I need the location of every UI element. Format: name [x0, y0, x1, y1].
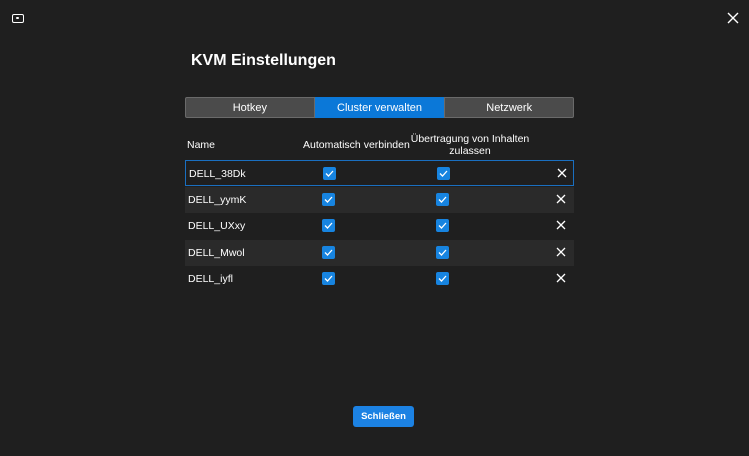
- checkmark-icon: [438, 222, 447, 229]
- checkmark-icon: [439, 170, 448, 177]
- auto-connect-checkbox[interactable]: [323, 167, 336, 180]
- close-icon: [556, 273, 566, 283]
- auto-connect-checkbox[interactable]: [322, 245, 335, 259]
- device-name: DELL_iyfl: [188, 273, 233, 285]
- content-transfer-checkbox[interactable]: [436, 245, 449, 259]
- checkmark-icon: [324, 222, 333, 229]
- table-row[interactable]: DELL_38Dk: [185, 160, 574, 186]
- remove-row-button[interactable]: [554, 245, 568, 259]
- column-header-auto-connect: Automatisch verbinden: [303, 139, 410, 151]
- auto-connect-checkbox[interactable]: [322, 219, 335, 232]
- page-title: KVM Einstellungen: [191, 52, 336, 69]
- settings-tabs: Hotkey Cluster verwalten Netzwerk: [185, 97, 575, 118]
- close-icon: [556, 194, 566, 203]
- auto-connect-checkbox[interactable]: [322, 192, 335, 206]
- close-icon: [556, 247, 566, 256]
- close-button[interactable]: Schließen: [353, 406, 414, 427]
- auto-connect-checkbox[interactable]: [322, 272, 335, 285]
- tab-cluster-verwalten[interactable]: Cluster verwalten: [314, 97, 445, 118]
- checkmark-icon: [438, 249, 447, 256]
- table-row[interactable]: DELL_iyfl: [185, 266, 574, 292]
- table-row[interactable]: DELL_Mwol: [185, 239, 574, 266]
- content-transfer-checkbox[interactable]: [436, 219, 449, 232]
- remove-row-button[interactable]: [554, 192, 568, 206]
- content-transfer-checkbox[interactable]: [436, 272, 449, 285]
- close-icon: [557, 168, 567, 178]
- column-header-content-transfer: Übertragung von Inhalten zulassen: [410, 133, 530, 157]
- close-icon: [556, 220, 566, 230]
- checkmark-icon: [325, 170, 334, 177]
- checkmark-icon: [438, 275, 447, 282]
- checkmark-icon: [324, 196, 333, 203]
- window-close-button[interactable]: [725, 10, 741, 26]
- device-name: DELL_Mwol: [188, 246, 245, 259]
- device-name: DELL_UXxy: [188, 220, 246, 232]
- content-transfer-checkbox[interactable]: [436, 192, 449, 206]
- checkmark-icon: [324, 275, 333, 282]
- device-name: DELL_yymK: [188, 193, 247, 206]
- tab-netzwerk[interactable]: Netzwerk: [444, 97, 575, 118]
- monitor-icon: [12, 14, 24, 23]
- close-icon: [727, 12, 739, 24]
- remove-row-button[interactable]: [555, 166, 569, 180]
- cluster-table: DELL_38Dk DELL_yymK DELL_UXxy DELL_Mwol …: [185, 160, 574, 293]
- column-header-name: Name: [187, 139, 216, 151]
- remove-row-button[interactable]: [554, 218, 568, 232]
- checkmark-icon: [324, 249, 333, 256]
- checkmark-icon: [438, 196, 447, 203]
- device-name: DELL_38Dk: [189, 168, 246, 180]
- tab-hotkey[interactable]: Hotkey: [185, 97, 315, 118]
- table-row[interactable]: DELL_yymK: [185, 186, 574, 213]
- remove-row-button[interactable]: [554, 271, 568, 285]
- content-transfer-checkbox[interactable]: [437, 167, 450, 180]
- table-row[interactable]: DELL_UXxy: [185, 213, 574, 239]
